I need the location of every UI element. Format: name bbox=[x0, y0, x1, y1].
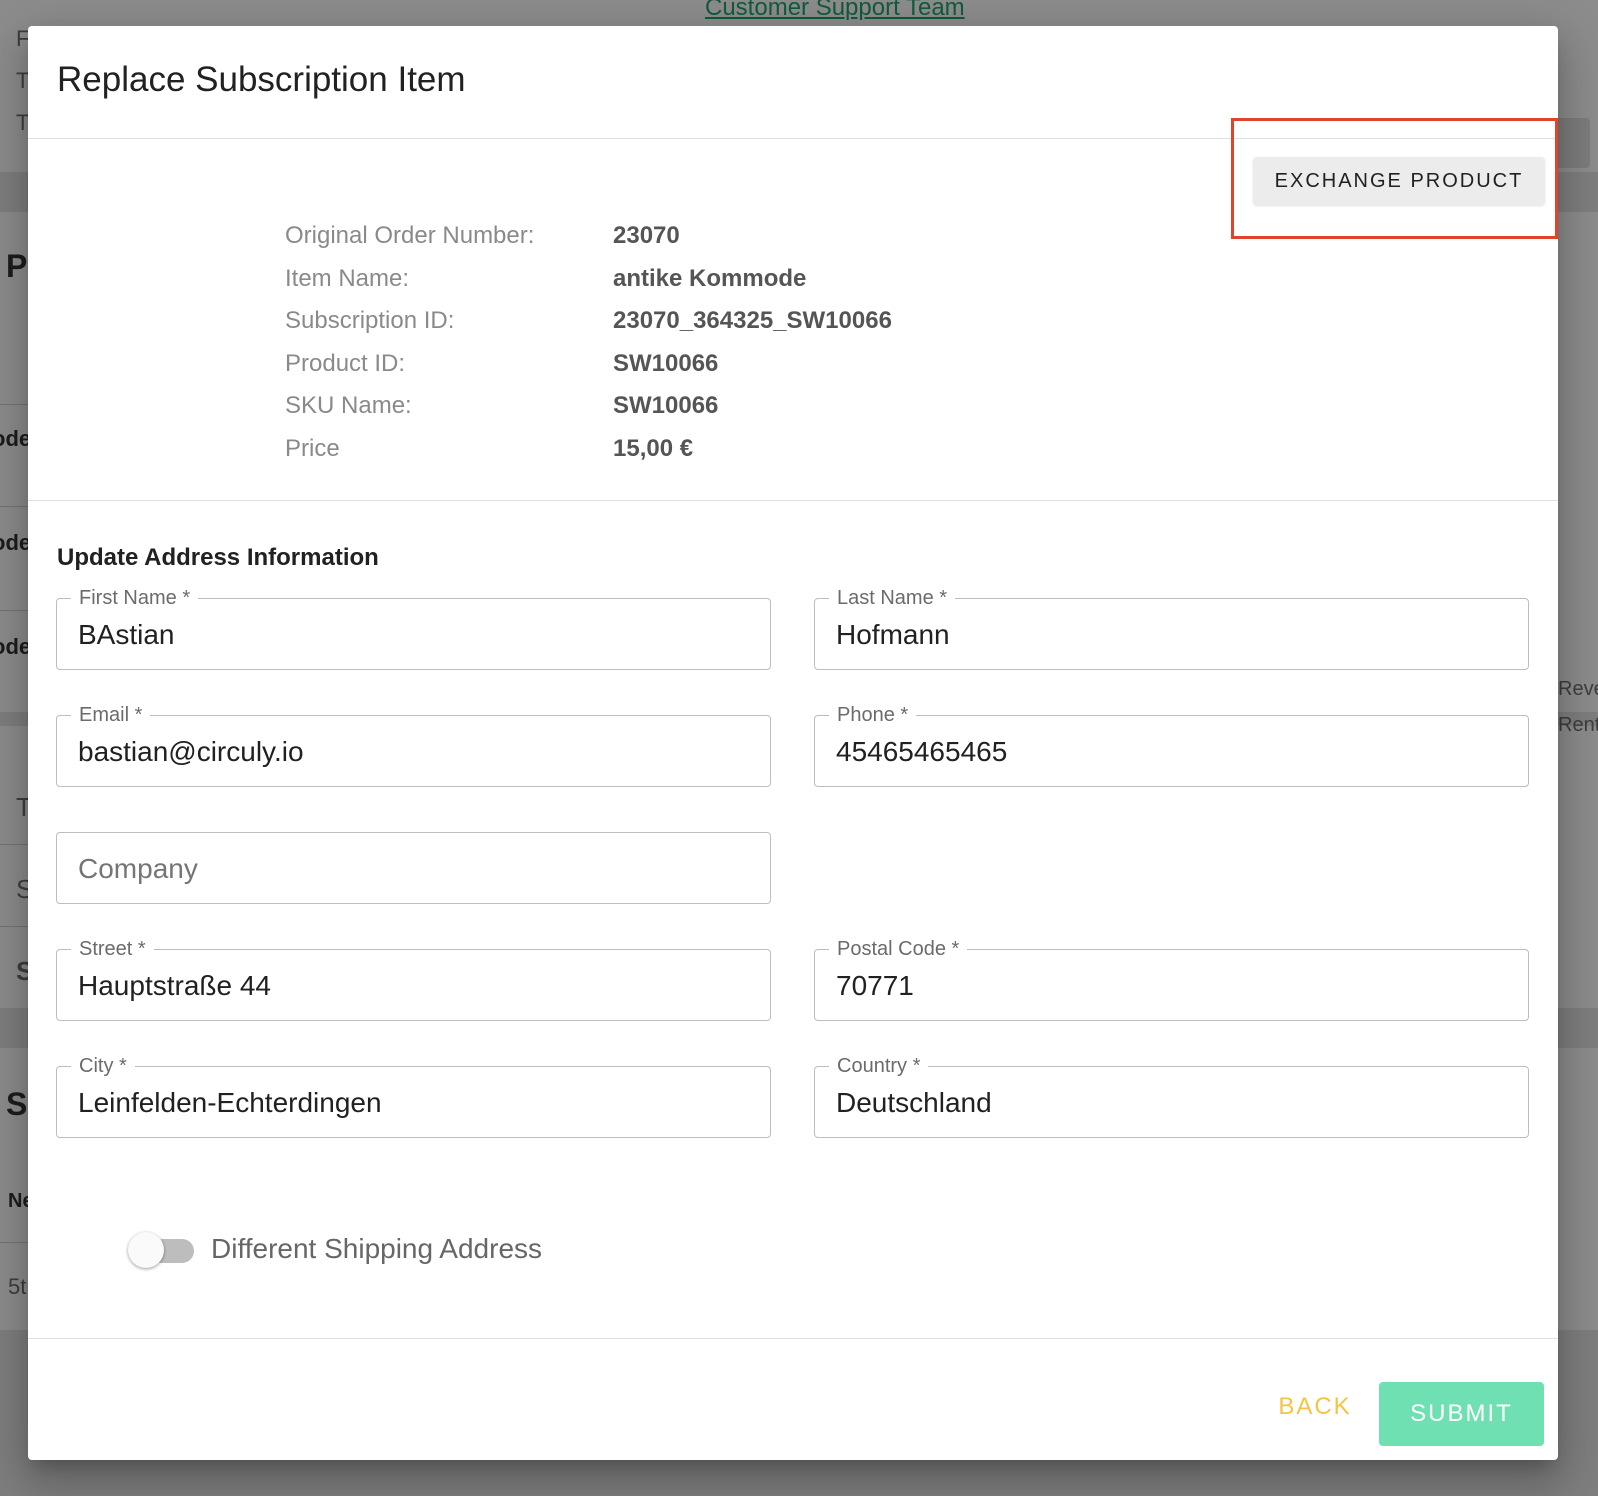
last-name-label: Last Name * bbox=[829, 585, 956, 611]
last-name-input[interactable] bbox=[836, 617, 1506, 653]
info-label: Price bbox=[285, 434, 340, 462]
phone-input[interactable] bbox=[836, 734, 1506, 770]
phone-field: Phone * bbox=[814, 702, 1529, 787]
country-field: Country * bbox=[814, 1053, 1529, 1138]
toggle-thumb bbox=[128, 1232, 164, 1268]
info-label: SKU Name: bbox=[285, 392, 412, 419]
company-input[interactable] bbox=[78, 851, 748, 887]
info-label: Original Order Number: bbox=[285, 222, 535, 249]
first-name-label: First Name * bbox=[71, 585, 199, 611]
phone-label: Phone * bbox=[829, 702, 917, 728]
postal-code-input[interactable] bbox=[836, 968, 1506, 1004]
replace-subscription-dialog: Replace Subscription Item EXCHANGE PRODU… bbox=[28, 26, 1558, 1460]
dialog-title: Replace Subscription Item bbox=[57, 60, 466, 99]
info-label: Product ID: bbox=[285, 349, 406, 377]
info-divider bbox=[28, 500, 1558, 501]
email-input[interactable] bbox=[78, 734, 748, 770]
company-field bbox=[56, 832, 771, 904]
city-input[interactable] bbox=[78, 1085, 748, 1121]
info-value: 23070 bbox=[613, 222, 680, 249]
email-field: Email * bbox=[56, 702, 771, 787]
email-label: Email * bbox=[71, 702, 151, 728]
different-shipping-label: Different Shipping Address bbox=[211, 1233, 543, 1264]
postal-code-label: Postal Code * bbox=[829, 936, 968, 962]
city-field: City * bbox=[56, 1053, 771, 1138]
postal-code-field: Postal Code * bbox=[814, 936, 1529, 1021]
info-value: 23070_364325_SW10066 bbox=[613, 307, 892, 334]
info-value: antike Kommode bbox=[613, 264, 807, 292]
city-label: City * bbox=[71, 1053, 135, 1079]
address-section-title: Update Address Information bbox=[57, 544, 379, 571]
first-name-field: First Name * bbox=[56, 585, 771, 670]
first-name-input[interactable] bbox=[78, 617, 748, 653]
street-field: Street * bbox=[56, 936, 771, 1021]
info-label: Subscription ID: bbox=[285, 307, 455, 334]
info-label: Item Name: bbox=[285, 264, 410, 292]
submit-button[interactable]: SUBMIT bbox=[1379, 1382, 1544, 1446]
info-value: SW10066 bbox=[613, 349, 719, 377]
actions-divider bbox=[28, 1338, 1558, 1339]
info-value: SW10066 bbox=[613, 392, 719, 419]
info-value: 15,00 € bbox=[613, 434, 694, 462]
last-name-field: Last Name * bbox=[814, 585, 1529, 670]
exchange-product-button[interactable]: EXCHANGE PRODUCT bbox=[1253, 157, 1545, 205]
country-input[interactable] bbox=[836, 1085, 1506, 1121]
back-button[interactable]: BACK bbox=[1260, 1382, 1370, 1432]
street-label: Street * bbox=[71, 936, 154, 962]
street-input[interactable] bbox=[78, 968, 748, 1004]
different-shipping-toggle[interactable] bbox=[128, 1230, 198, 1270]
country-label: Country * bbox=[829, 1053, 929, 1079]
